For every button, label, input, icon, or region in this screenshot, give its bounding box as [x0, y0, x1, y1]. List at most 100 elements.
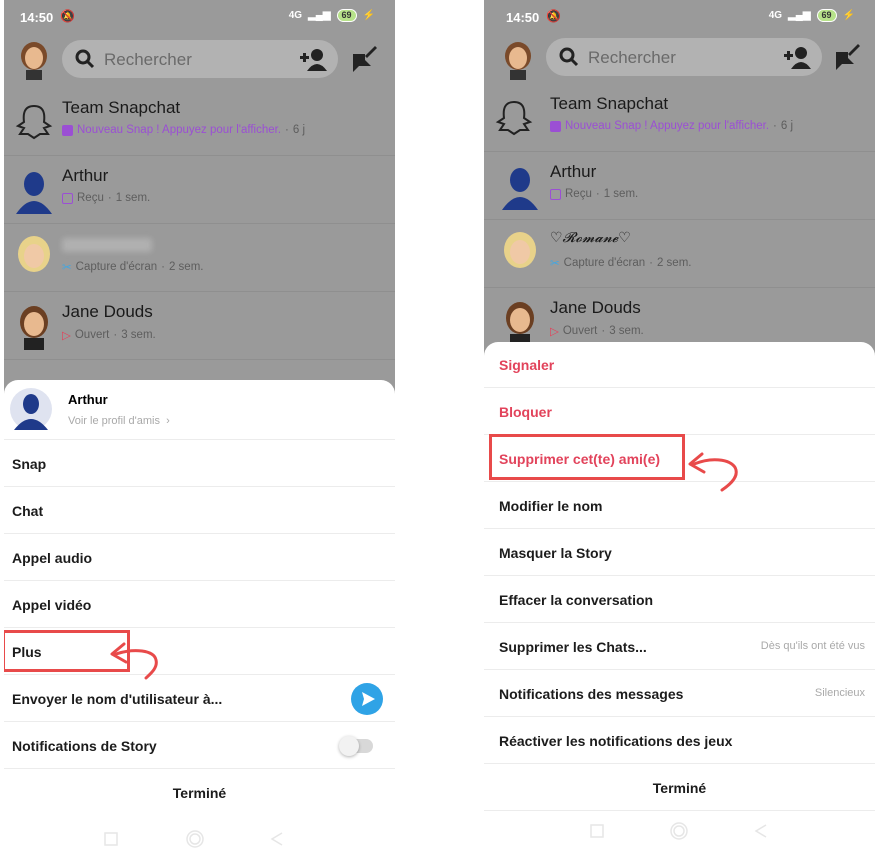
done-button[interactable]: Terminé [484, 765, 875, 811]
menu-label: Chat [12, 503, 44, 519]
menu-item-block[interactable]: Bloquer [484, 389, 875, 435]
default-avatar-icon [502, 168, 538, 210]
mute-icon: 🔕 [60, 9, 75, 23]
chat-row[interactable]: Team Snapchat Nouveau Snap ! Appuyez pou… [484, 84, 875, 152]
menu-item-video-call[interactable]: Appel vidéo [4, 582, 395, 628]
chat-time: 1 sem. [603, 188, 639, 200]
menu-item-hide-story[interactable]: Masquer la Story [484, 530, 875, 576]
ghost-icon [15, 104, 53, 140]
chat-row[interactable]: ✂ Capture d'écran · 2 sem. [4, 224, 395, 292]
menu-item-edit-name[interactable]: Modifier le nom [484, 483, 875, 529]
menu-label: Bloquer [499, 404, 552, 420]
chat-row[interactable]: Arthur Reçu · 1 sem. [4, 156, 395, 224]
screenshot-icon: ✂ [62, 262, 72, 274]
chat-row[interactable]: ♡𝓡𝓸𝓶𝓪𝓷𝓮♡ ✂ Capture d'écran · 2 sem. [484, 220, 875, 288]
menu-item-report[interactable]: Signaler [484, 342, 875, 388]
chat-name: Jane Douds [62, 302, 153, 321]
done-button[interactable]: Terminé [4, 770, 395, 816]
menu-item-game-notifications[interactable]: Réactiver les notifications des jeux [484, 718, 875, 764]
recent-apps-icon[interactable] [104, 832, 118, 846]
search-bar[interactable]: Rechercher [62, 40, 338, 78]
menu-item-send-username[interactable]: Envoyer le nom d'utilisateur à... [4, 676, 395, 722]
chevron-right-icon: › [163, 415, 170, 427]
profile-avatar [10, 388, 52, 430]
menu-item-story-notifications[interactable]: Notifications de Story [4, 723, 395, 769]
menu-hint: Dès qu'ils ont été vus [760, 640, 865, 652]
charging-icon: ⚡ [362, 10, 375, 21]
menu-item-message-notifications[interactable]: Notifications des messages Silencieux [484, 671, 875, 717]
back-icon[interactable] [270, 832, 284, 846]
chat-status: ▷ Ouvert · 3 sem. [62, 329, 156, 342]
chat-time: 2 sem. [656, 257, 692, 269]
new-chat-icon[interactable] [351, 46, 377, 72]
profile-header[interactable]: Arthur Voir le profil d'amis › [4, 380, 395, 440]
battery-level: 69 [341, 10, 352, 20]
received-icon [550, 188, 561, 200]
menu-label: Notifications des messages [499, 686, 684, 702]
search-placeholder: Rechercher [588, 48, 676, 67]
back-icon[interactable] [754, 824, 768, 838]
menu-label: Signaler [499, 357, 555, 373]
menu-item-clear-conversation[interactable]: Effacer la conversation [484, 577, 875, 623]
menu-label: Appel vidéo [12, 597, 92, 613]
status-bar: 14:50 🔕 4G ▂▄▆ 69 ⚡ [4, 0, 395, 34]
add-friend-icon[interactable] [300, 47, 328, 71]
menu-hint: Silencieux [814, 687, 865, 699]
chat-status: Reçu · 1 sem. [62, 192, 150, 204]
status-time: 14:50 [20, 10, 54, 25]
search-bar[interactable]: Rechercher [546, 38, 822, 76]
battery-icon: 69 [816, 9, 837, 22]
new-chat-icon[interactable] [834, 44, 860, 70]
android-nav-bar [484, 812, 875, 852]
menu-item-delete-chats[interactable]: Supprimer les Chats... Dès qu'ils ont ét… [484, 624, 875, 670]
home-icon[interactable] [186, 830, 204, 848]
chat-status-text: Ouvert [74, 329, 110, 341]
search-icon [559, 47, 579, 67]
menu-item-chat[interactable]: Chat [4, 488, 395, 534]
charging-icon: ⚡ [842, 10, 855, 21]
chat-row[interactable]: Team Snapchat Nouveau Snap ! Appuyez pou… [4, 88, 395, 156]
add-friend-icon[interactable] [784, 45, 812, 69]
battery-icon: 69 [336, 9, 357, 22]
opened-arrow-icon: ▷ [550, 326, 559, 338]
chat-name: Arthur [550, 162, 597, 181]
menu-label: Effacer la conversation [499, 592, 654, 608]
chat-status-text: Reçu [565, 188, 592, 200]
done-label: Terminé [652, 780, 707, 796]
new-snap-icon [62, 124, 73, 136]
chat-name-blurred [62, 238, 152, 252]
chat-status: Nouveau Snap ! Appuyez pour l'afficher. … [62, 124, 305, 136]
menu-label: Envoyer le nom d'utilisateur à... [12, 691, 223, 707]
chat-time: 6 j [292, 124, 306, 136]
default-avatar-icon [16, 172, 52, 214]
chat-row[interactable]: Arthur Reçu · 1 sem. [484, 152, 875, 220]
menu-label: Snap [12, 456, 47, 472]
android-nav-bar [4, 820, 395, 860]
recent-apps-icon[interactable] [590, 824, 604, 838]
user-bitmoji-avatar[interactable] [500, 40, 536, 80]
ghost-icon [495, 100, 533, 136]
menu-item-audio-call[interactable]: Appel audio [4, 535, 395, 581]
menu-item-snap[interactable]: Snap [4, 441, 395, 487]
home-icon[interactable] [670, 822, 688, 840]
menu-label: Appel audio [12, 550, 93, 566]
chat-status-text: Nouveau Snap ! Appuyez pour l'afficher. [565, 120, 770, 132]
chat-status: Reçu · 1 sem. [550, 188, 638, 200]
mute-icon: 🔕 [546, 9, 561, 23]
chat-time: 3 sem. [609, 325, 644, 337]
friend-bitmoji-avatar [20, 306, 48, 350]
chat-row[interactable]: Jane Douds ▷ Ouvert · 3 sem. [4, 292, 395, 360]
send-arrow-icon[interactable] [351, 683, 383, 715]
chat-time: 1 sem. [115, 192, 151, 204]
view-profile-link[interactable]: Voir le profil d'amis › [68, 415, 170, 427]
profile-name: Arthur [68, 392, 108, 407]
chat-name: Team Snapchat [550, 94, 669, 113]
menu-label: Modifier le nom [499, 498, 603, 514]
menu-label: Réactiver les notifications des jeux [499, 733, 733, 749]
user-bitmoji-avatar[interactable] [16, 40, 52, 80]
chat-status: ✂ Capture d'écran · 2 sem. [550, 257, 692, 270]
story-notifications-toggle[interactable] [339, 736, 373, 756]
chat-name: ♡𝓡𝓸𝓶𝓪𝓷𝓮♡ [550, 230, 631, 246]
toggle-knob [339, 736, 359, 756]
chat-status-text: Capture d'écran [563, 257, 646, 269]
